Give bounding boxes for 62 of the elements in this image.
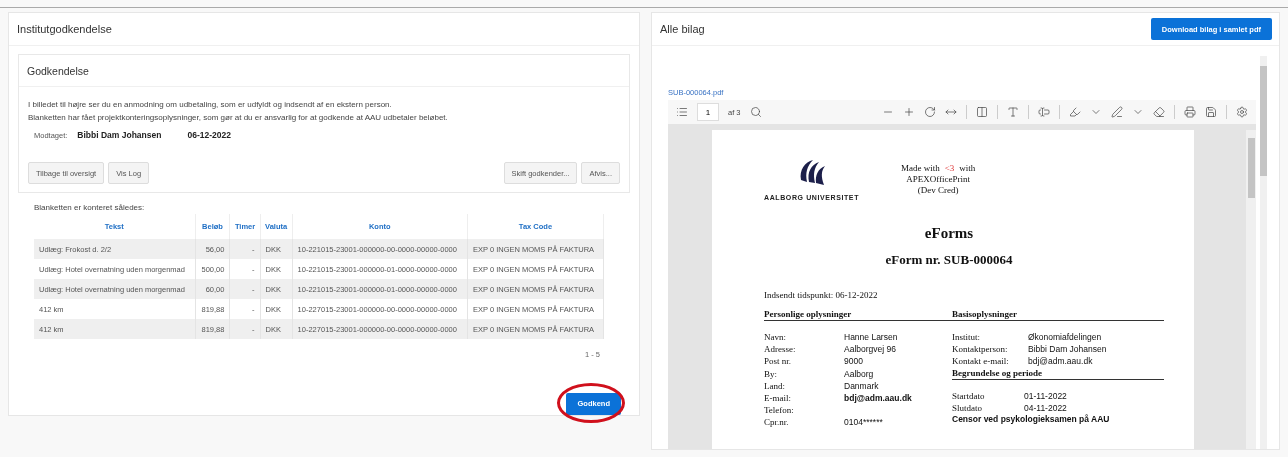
field-value: Hanne Larsen [844,331,899,344]
field-label: Slutdato [952,401,983,414]
field-label: Cpr.nr. [764,416,790,429]
scrollbar[interactable] [1246,130,1256,449]
field-value: 0104****** [844,416,884,429]
received-name: Bibbi Dam Johansen [77,130,162,140]
search-icon[interactable] [749,106,762,118]
rotate-icon[interactable] [924,106,936,118]
document-subtitle: eForm nr. SUB-000064 [885,252,1013,268]
field-value: 9000 [844,355,864,368]
scrollbar-thumb[interactable] [1247,138,1255,198]
section-heading: Begrundelse og periode [952,367,1164,380]
made-with-text: APEXOfficePrint [906,174,971,185]
field-label: Kontakt e-mail: [952,355,1010,368]
panel-title: Alle bilag [660,23,705,35]
field-value: bdj@adm.aau.dk [1028,355,1094,368]
field-label: By: [764,367,778,380]
scrollbar[interactable] [1260,56,1267,449]
print-icon[interactable] [1184,106,1196,118]
submitted-text: Indsendt tidspunkt: 06-12-2022 [764,290,879,300]
field-label: Kontaktperson: [952,343,1009,356]
made-with-text: Made with <3 with [901,163,976,174]
pen-icon[interactable] [1111,106,1123,118]
save-icon[interactable] [1205,106,1217,118]
field-value: bdj@adm.aau.dk [844,392,913,405]
settings-icon[interactable] [1236,106,1248,118]
scrollbar-thumb[interactable] [1260,66,1267,176]
zoom-in-icon[interactable] [903,106,915,118]
description-text: Blanketten har fået projektkonteringsoplysninger, som gør at du er ansvarlig for at godkende at AAU udbetaler beløbet. [28,112,449,124]
field-label: Startdato [952,389,986,402]
field-label: Adresse: [764,343,797,356]
field-label: Land: [764,379,786,392]
field-value: Aalborgvej 96 [844,343,897,356]
field-label: Navn: [764,331,787,344]
reason-text: Censor ved psykologieksamen på AAU [952,414,1111,424]
field-label: Institut: [952,331,981,344]
eraser-icon[interactable] [1153,106,1165,118]
table-caption: Blanketten er konteret således: [34,203,146,212]
field-value: 04-11-2022 [1024,401,1068,414]
document-title: eForms [924,225,974,242]
field-value: Danmark [844,379,880,392]
text-size-icon[interactable] [1007,106,1019,118]
page-number-field[interactable]: 1 [697,103,719,121]
received-date: 06-12-2022 [187,130,231,140]
field-value: Aalborg [844,367,875,380]
field-value: 01-11-2022 [1024,389,1068,402]
field-label: Telefon: [764,404,795,417]
annotation-circle [557,383,626,423]
outline-icon[interactable] [676,106,688,118]
page-view-icon[interactable] [976,106,988,118]
field-value: Økonomiafdelingen [1028,331,1103,344]
highlighter-icon[interactable] [1069,106,1081,118]
section-heading: Basisoplysninger [952,309,1164,321]
description-text: I billedet til højre ser du en anmodning om udbetaling, som er udfyldt og indsendt af en ekstern person. [28,99,393,111]
field-label: Post nr. [764,355,792,368]
panel-title: Institutgodkendelse [17,23,112,35]
card-title: Godkendelse [19,55,629,87]
field-value: Bibbi Dam Johansen [1028,343,1108,356]
made-with-text: (Dev Cred) [917,185,959,196]
field-label: E-mail: [764,392,792,405]
text-box-icon[interactable] [1038,106,1050,118]
section-heading: Personlige oplysninger [764,309,952,321]
